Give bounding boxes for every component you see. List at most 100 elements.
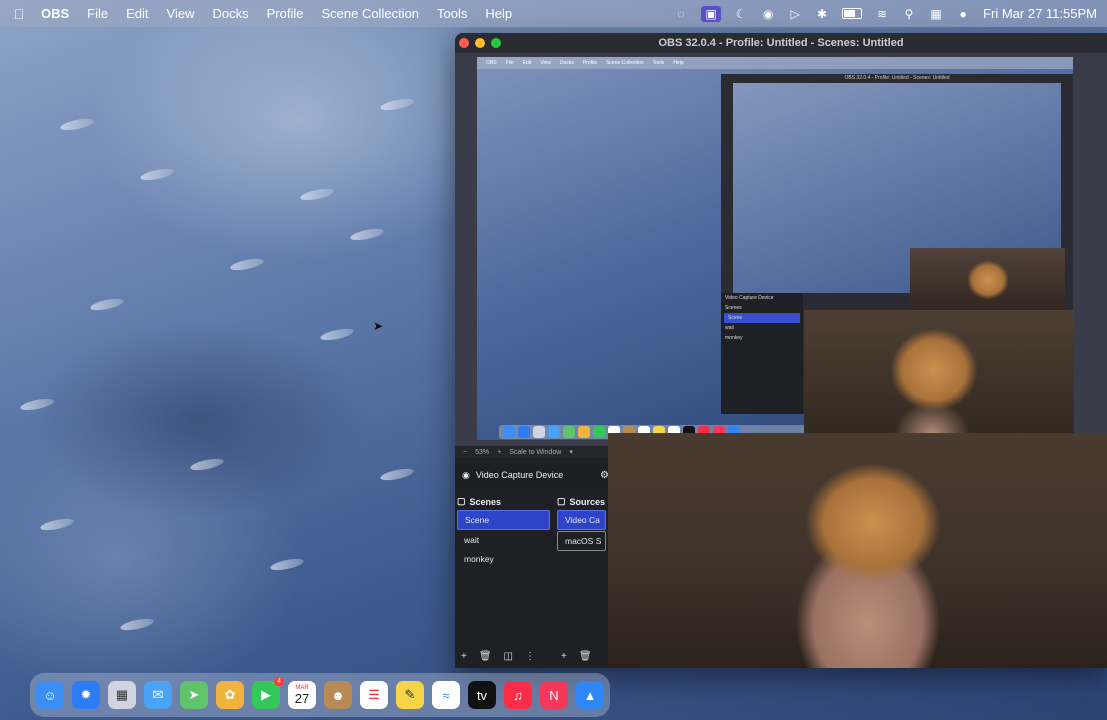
scale-select[interactable]: Scale to Window	[509, 449, 561, 456]
safari-icon[interactable]: ✹	[72, 681, 100, 709]
nested-dock-icon	[503, 426, 515, 438]
clock[interactable]: Fri Mar 27 11:55PM	[983, 6, 1097, 21]
menu-help[interactable]: Help	[485, 6, 512, 21]
fish	[269, 556, 305, 573]
menu-scene-collection[interactable]: Scene Collection	[321, 6, 419, 21]
app-menu[interactable]: OBS	[41, 6, 69, 21]
menu-docks[interactable]: Docks	[212, 6, 248, 21]
search-icon[interactable]: ⚲	[902, 7, 916, 21]
wifi-icon[interactable]: ≋	[875, 7, 889, 21]
mail-icon[interactable]: ✉	[144, 681, 172, 709]
chevron-down-icon[interactable]: ▾	[569, 448, 573, 456]
nested-scene-item: Scene	[724, 313, 800, 323]
nested-menu-item: Docks	[560, 60, 574, 66]
control-center-icon[interactable]: ▦	[929, 7, 943, 21]
webcam-feed-small	[910, 248, 1065, 316]
delete-source-button[interactable]: 🗑	[579, 651, 592, 662]
delete-scene-button[interactable]: 🗑	[479, 651, 492, 662]
nested-source-name: Video Capture Device	[725, 295, 774, 301]
screen-share-icon[interactable]: ◌	[674, 7, 688, 21]
nested-dock-icon	[533, 426, 545, 438]
contacts-icon[interactable]: ☻	[324, 681, 352, 709]
scenes-panel: ▢ Scenes Scene wait monkey + 🗑 ◫ ⋮	[455, 493, 552, 668]
facetime-badge: 4	[274, 677, 284, 686]
source-item-video-capture[interactable]: Video Ca	[557, 510, 606, 530]
calendar-icon[interactable]: MAR 27	[288, 681, 316, 709]
source-toolbar: ◉ Video Capture Device ⚙	[455, 463, 615, 487]
fish	[379, 96, 415, 113]
fish	[119, 616, 155, 633]
sources-panel: ▢ Sources Video Ca macOS S + 🗑	[555, 493, 608, 668]
obs-titlebar[interactable]: OBS 32.0.4 - Profile: Untitled - Scenes:…	[455, 33, 1107, 53]
fish	[379, 466, 415, 483]
notes-icon[interactable]: ✎	[396, 681, 424, 709]
source-item-macos[interactable]: macOS S	[557, 531, 606, 551]
menu-view[interactable]: View	[167, 6, 195, 21]
scene-item-scene[interactable]: Scene	[457, 510, 550, 530]
fish	[59, 116, 95, 133]
zoom-in-button[interactable]: +	[497, 449, 501, 456]
facetime-icon[interactable]: ▶ 4	[252, 677, 284, 709]
minimize-button[interactable]	[475, 38, 485, 48]
reminders-icon[interactable]: ☰	[360, 681, 388, 709]
nested-dock-icon	[593, 426, 605, 438]
nested-scenes-header: Scenes	[725, 305, 742, 311]
scene-item-monkey[interactable]: monkey	[457, 550, 550, 568]
scenes-panel-header: ▢ Scenes	[455, 493, 552, 510]
fish	[349, 226, 385, 243]
fish	[189, 456, 225, 473]
play-icon[interactable]: ▷	[788, 7, 802, 21]
nested-menu-item: Tools	[652, 60, 665, 66]
nested-dock-icon	[548, 426, 560, 438]
scenes-panel-footer: + 🗑 ◫ ⋮	[455, 651, 558, 662]
moon-icon[interactable]: ☾	[734, 7, 748, 21]
zoom-out-button[interactable]: −	[463, 449, 467, 456]
add-scene-button[interactable]: +	[461, 651, 467, 662]
menu-tools[interactable]: Tools	[437, 6, 467, 21]
menu-file[interactable]: File	[87, 6, 108, 21]
finder-icon[interactable]: ☺	[36, 681, 64, 709]
scene-item-wait[interactable]: wait	[457, 531, 550, 549]
music-icon[interactable]: ♫	[504, 681, 532, 709]
freeform-icon[interactable]: ≈	[432, 681, 460, 709]
fish	[89, 296, 125, 313]
maps-icon[interactable]: ➤	[180, 681, 208, 709]
fish	[39, 516, 75, 533]
sources-icon: ▢	[557, 496, 566, 506]
filter-icon[interactable]: ◫	[504, 651, 513, 662]
keynote-icon[interactable]: ▲	[576, 681, 604, 709]
apple-menu-icon[interactable]: 	[11, 6, 27, 22]
news-icon[interactable]: N	[540, 681, 568, 709]
menu-bar:  OBS File Edit View Docks Profile Scene…	[0, 0, 1107, 27]
add-source-button[interactable]: +	[561, 651, 567, 662]
bluetooth-icon[interactable]: ✱	[815, 7, 829, 21]
fish	[319, 326, 355, 343]
photos-icon[interactable]: ✿	[216, 681, 244, 709]
siri-icon[interactable]: ●	[956, 7, 970, 21]
nested-menu-item: OBS	[486, 60, 497, 66]
record-icon[interactable]: ◉	[761, 7, 775, 21]
window-title: OBS 32.0.4 - Profile: Untitled - Scenes:…	[658, 37, 904, 49]
nested-menu-item: Scene Collection	[606, 60, 644, 66]
dock: ☺ ✹ ▦ ✉ ➤ ✿ ▶ 4 MAR 27 ☻ ☰ ✎ ≈ tv ♫ N ▲	[30, 673, 610, 717]
menu-edit[interactable]: Edit	[126, 6, 148, 21]
nested-menubar: OBS File Edit View Docks Profile Scene C…	[477, 57, 1073, 69]
nested-dock-icon	[578, 426, 590, 438]
nested-menu-item: Edit	[522, 60, 532, 66]
menu-profile[interactable]: Profile	[267, 6, 304, 21]
more-icon[interactable]: ⋮	[525, 651, 535, 662]
sources-panel-header: ▢ Sources	[555, 493, 608, 510]
fish	[19, 396, 55, 413]
battery-icon[interactable]	[842, 8, 863, 19]
close-button[interactable]	[459, 38, 469, 48]
launchpad-icon[interactable]: ▦	[108, 681, 136, 709]
nested-scene-item: wait	[725, 325, 734, 331]
camera-icon: ◉	[462, 469, 470, 480]
maximize-button[interactable]	[491, 38, 501, 48]
obs-preview[interactable]: OBS File Edit View Docks Profile Scene C…	[455, 53, 1107, 457]
status-area: ◌ ▣ ☾ ◉ ▷ ✱ ≋ ⚲ ▦ ● Fri Mar 27 11:55PM	[674, 0, 1097, 27]
sources-header-label: Sources	[569, 496, 606, 507]
obs-status-icon[interactable]: ▣	[701, 5, 722, 22]
tv-icon[interactable]: tv	[468, 681, 496, 709]
nested-dock-icon	[518, 426, 530, 438]
